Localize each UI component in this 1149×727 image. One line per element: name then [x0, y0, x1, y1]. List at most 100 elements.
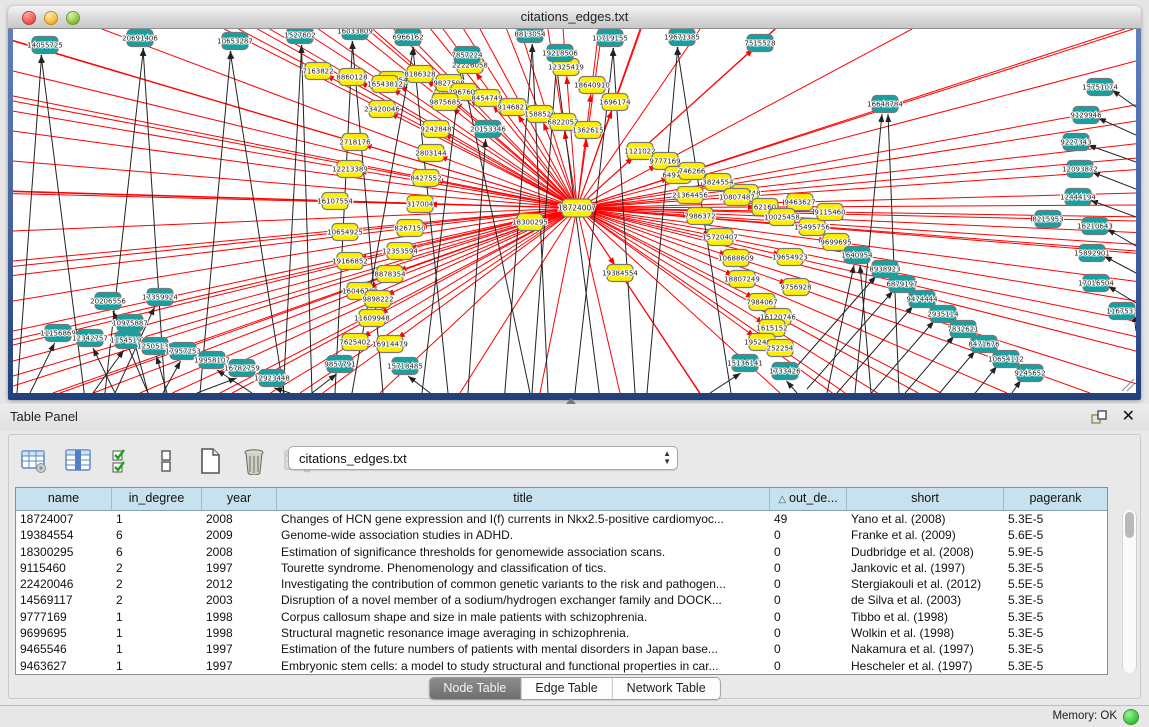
- graph-edge: [30, 343, 55, 393]
- delete-trash-icon[interactable]: [239, 447, 269, 475]
- graph-edge: [872, 321, 934, 393]
- cell-name: 19384554: [16, 527, 112, 543]
- graph-node-label: 9242848: [420, 126, 451, 134]
- cell-pagerank: 5.9E-5: [1004, 544, 1107, 560]
- network-view-window[interactable]: citations_edges.txt 71638228860128891295…: [8, 6, 1141, 400]
- tab-node-table[interactable]: Node Table: [429, 678, 521, 699]
- graph-node-label: 15720407: [702, 234, 738, 242]
- graph-node-label: 7163822: [302, 68, 333, 76]
- table-row[interactable]: 1830029562008Estimation of significance …: [16, 544, 1107, 560]
- cell-name: 9465546: [16, 641, 112, 657]
- column-header-title[interactable]: title: [277, 488, 770, 510]
- graph-node-label: 10653287: [217, 38, 253, 46]
- graph-node-label: 1640954: [841, 252, 873, 260]
- graph-node-label: 9699695: [820, 239, 851, 247]
- scrollbar-thumb[interactable]: [1125, 512, 1134, 538]
- cell-year: 2008: [202, 511, 277, 527]
- graph-edge: [940, 351, 975, 393]
- column-header-name[interactable]: name: [16, 488, 112, 510]
- graph-node-label: 9245652: [1014, 370, 1045, 378]
- cell-year: 1998: [202, 609, 277, 625]
- graph-edge: [888, 114, 899, 393]
- column-header-in_degree[interactable]: in_degree: [112, 488, 202, 510]
- column-header-pagerank[interactable]: pagerank: [1004, 488, 1107, 510]
- table-row[interactable]: 1872400712008Changes of HCN gene express…: [16, 511, 1107, 527]
- cell-short: Yano et al. (2008): [847, 511, 1004, 527]
- graph-edge: [460, 208, 577, 393]
- table-mode-icon[interactable]: [19, 447, 49, 475]
- graph-node-label: 1696174: [599, 99, 631, 107]
- rows-icon[interactable]: [151, 447, 181, 475]
- cell-in_degree: 2: [112, 592, 202, 608]
- column-visibility-icon[interactable]: [63, 447, 93, 475]
- table-row[interactable]: 969969511998Structural magnetic resonanc…: [16, 625, 1107, 641]
- sort-ascending-icon: △: [778, 494, 786, 505]
- cell-name: 18724007: [16, 511, 112, 527]
- column-header-year[interactable]: year: [202, 488, 277, 510]
- close-panel-icon[interactable]: ✕: [1122, 406, 1135, 426]
- table-row[interactable]: 1938455462009Genome-wide association stu…: [16, 527, 1107, 543]
- graph-node-label: 10654925: [327, 229, 363, 237]
- table-select-value: citations_edges.txt: [299, 451, 407, 466]
- table-vertical-scrollbar[interactable]: [1122, 510, 1137, 673]
- tab-network-table[interactable]: Network Table: [613, 678, 720, 699]
- cell-title: Estimation of the future numbers of pati…: [277, 641, 770, 657]
- table-select-dropdown[interactable]: citations_edges.txt ▲▼: [288, 446, 678, 470]
- cell-year: 1997: [202, 641, 277, 657]
- cell-title: Estimation of significance thresholds fo…: [277, 544, 770, 560]
- network-window-titlebar[interactable]: citations_edges.txt: [8, 6, 1141, 29]
- graph-edge: [13, 194, 420, 204]
- column-header-out_de[interactable]: △out_de...: [770, 488, 847, 510]
- citation-network-graph[interactable]: 7163822886012889129548186328222260589827…: [13, 29, 1136, 393]
- cell-year: 1997: [202, 658, 277, 674]
- cell-name: 9115460: [16, 560, 112, 576]
- graph-node-label: 9115460: [814, 209, 845, 217]
- graph-node-label: 7857224: [451, 52, 483, 60]
- table-row[interactable]: 946554611997Estimation of the future num…: [16, 641, 1107, 657]
- graph-edge: [837, 306, 913, 393]
- graph-edge: [556, 63, 599, 393]
- graph-edge: [567, 76, 577, 208]
- graph-node-label: 10654112: [988, 356, 1024, 364]
- graph-node-label: 9875685: [429, 99, 460, 107]
- cell-out_de: 0: [770, 544, 847, 560]
- table-panel-title: Table Panel: [10, 409, 78, 424]
- graph-node-label: 18807249: [724, 276, 760, 284]
- cell-in_degree: 1: [112, 511, 202, 527]
- select-columns-icon[interactable]: [107, 447, 137, 475]
- column-header-short[interactable]: short: [847, 488, 1004, 510]
- float-panel-icon[interactable]: [1091, 409, 1107, 425]
- table-row[interactable]: 977716911998Corpus callosum shape and si…: [16, 609, 1107, 625]
- cell-in_degree: 1: [112, 658, 202, 674]
- graph-node-label: 2935114: [927, 311, 959, 319]
- graph-node-label: 746266: [679, 168, 706, 176]
- table-row[interactable]: 911546021997Tourette syndrome. Phenomeno…: [16, 560, 1107, 576]
- cell-in_degree: 6: [112, 527, 202, 543]
- new-document-icon[interactable]: [195, 447, 225, 475]
- graph-node-label: 1121022: [624, 148, 655, 156]
- cell-year: 1998: [202, 625, 277, 641]
- network-canvas[interactable]: 7163822886012889129548186328222260589827…: [13, 29, 1136, 393]
- graph-node-label: 7832621: [947, 326, 978, 334]
- graph-node-label: 12444194: [1060, 194, 1096, 202]
- cell-out_de: 0: [770, 560, 847, 576]
- table-row[interactable]: 946362711997Embryonic stem cells: a mode…: [16, 658, 1107, 674]
- cell-out_de: 0: [770, 658, 847, 674]
- graph-node-label: 18300295: [512, 219, 548, 227]
- tab-edge-table[interactable]: Edge Table: [521, 678, 612, 699]
- table-row[interactable]: 1456911722003Disruption of a novel membe…: [16, 592, 1107, 608]
- cell-short: Wolkin et al. (1998): [847, 625, 1004, 641]
- graph-edge: [1092, 172, 1136, 189]
- graph-node-label: 12213389: [332, 166, 368, 174]
- graph-edge: [620, 273, 699, 393]
- graph-edge: [13, 232, 345, 266]
- graph-edge: [975, 366, 997, 393]
- table-tabs: Node TableEdge TableNetwork Table: [428, 677, 720, 700]
- memory-status-label: Memory: OK: [1052, 710, 1117, 722]
- graph-edge: [197, 378, 237, 393]
- table-row[interactable]: 2242004622012Investigating the contribut…: [16, 576, 1107, 592]
- cell-in_degree: 1: [112, 609, 202, 625]
- memory-status-indicator[interactable]: [1123, 709, 1139, 725]
- cell-short: de Silva et al. (2003): [847, 592, 1004, 608]
- graph-node-label: 21364456: [672, 192, 708, 200]
